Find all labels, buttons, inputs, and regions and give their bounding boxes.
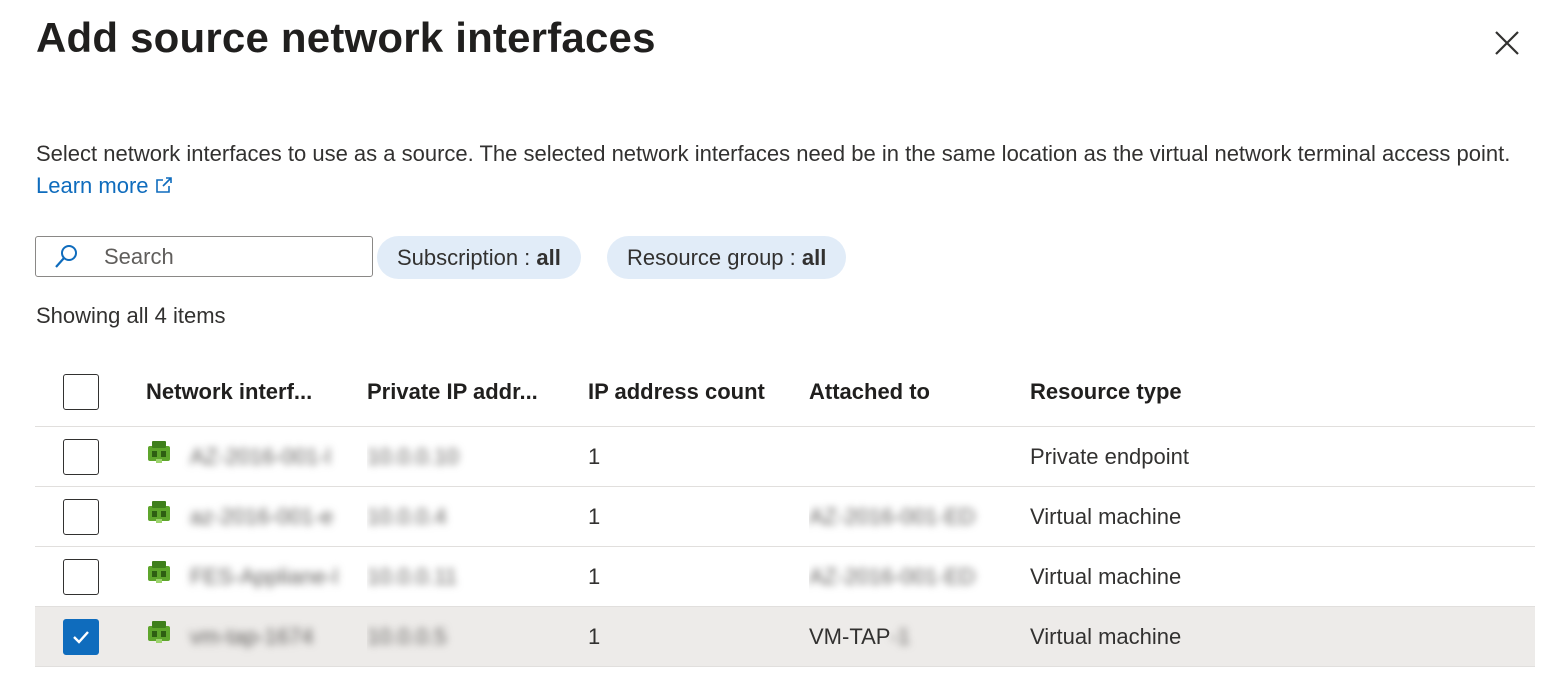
cell-network-interface[interactable]: FES-Appliane-l [146, 547, 361, 606]
cell-resource-type: Virtual machine [1030, 563, 1182, 589]
private-ip-value: 10.0.0.11 [367, 563, 458, 589]
row-checkbox[interactable] [63, 618, 99, 655]
search-input[interactable] [102, 242, 356, 271]
cell-private-ip: 10.0.0.10 [367, 427, 582, 486]
filter-label: Resource group : [627, 244, 802, 270]
network-interface-icon [146, 499, 172, 525]
network-interfaces-table: Network interf... Private IP addr... IP … [35, 358, 1535, 667]
item-count: Showing all 4 items [36, 303, 226, 328]
external-link-icon [155, 177, 172, 193]
search-icon [52, 243, 80, 271]
cell-resource-type: Virtual machine [1030, 503, 1182, 529]
table-row[interactable]: vm-tap-1674 10.0.0.5 1 VM-TAP -1 Virtual mach… [35, 607, 1535, 667]
attached-to-redacted: AZ-2016-001-ED [809, 563, 976, 589]
cell-resource-type: Virtual machine [1030, 623, 1182, 649]
private-ip-value: 10.0.0.4 [367, 503, 447, 529]
close-button[interactable] [1488, 24, 1526, 62]
cell-private-ip: 10.0.0.4 [367, 487, 582, 546]
private-ip-value: 10.0.0.5 [367, 623, 447, 649]
network-interface-icon [146, 559, 172, 585]
network-interface-name: vm-tap-1674 [190, 623, 314, 649]
attached-to-redacted: -1 [890, 623, 911, 649]
table-header-row: Network interf... Private IP addr... IP … [35, 358, 1535, 427]
close-icon [1495, 31, 1519, 55]
description-text: Select network interfaces to use as a so… [36, 141, 1511, 166]
cell-resource-type: Private endpoint [1030, 443, 1189, 469]
panel-title: Add source network interfaces [36, 14, 656, 61]
network-interface-icon [146, 619, 172, 645]
cell-ip-count: 1 [588, 443, 601, 469]
cell-ip-count: 1 [588, 623, 601, 649]
panel-description: Select network interfaces to use as a so… [36, 138, 1516, 202]
row-checkbox[interactable] [63, 438, 99, 475]
cell-network-interface[interactable]: vm-tap-1674 [146, 607, 361, 666]
cell-ip-count: 1 [588, 503, 601, 529]
network-interface-name: az-2016-001-e [190, 503, 334, 529]
attached-to-value: VM-TAP [809, 623, 891, 649]
subscription-filter[interactable]: Subscription : all [377, 236, 581, 279]
search-box[interactable] [35, 236, 373, 277]
row-checkbox[interactable] [63, 498, 99, 535]
filter-value: all [801, 244, 827, 270]
resource-group-filter[interactable]: Resource group : all [607, 236, 847, 279]
filter-label: Subscription : [397, 244, 537, 270]
column-header-ip-count[interactable]: IP address count [588, 358, 803, 426]
cell-network-interface[interactable]: AZ-2016-001-l [146, 427, 361, 486]
learn-more-link[interactable]: Learn more [36, 173, 173, 198]
row-checkbox[interactable] [63, 558, 99, 595]
network-interface-name: FES-Appliane-l [190, 563, 338, 589]
cell-attached-to: AZ-2016-001-ED [809, 547, 1024, 606]
table-row[interactable]: az-2016-001-e 10.0.0.4 1 AZ-2016-001-ED Virt… [35, 487, 1535, 547]
cell-private-ip: 10.0.0.5 [367, 607, 582, 666]
network-interface-name: AZ-2016-001-l [190, 443, 331, 469]
cell-attached-to: AZ-2016-001-ED [809, 487, 1024, 546]
column-header-private-ip[interactable]: Private IP addr... [367, 358, 582, 426]
cell-network-interface[interactable]: az-2016-001-e [146, 487, 361, 546]
cell-private-ip: 10.0.0.11 [367, 547, 582, 606]
column-header-attached-to[interactable]: Attached to [809, 358, 1024, 426]
cell-ip-count: 1 [588, 563, 601, 589]
private-ip-value: 10.0.0.10 [367, 443, 459, 469]
checkmark-icon [73, 630, 89, 644]
cell-attached-to [809, 427, 1024, 486]
table-row[interactable]: AZ-2016-001-l 10.0.0.10 1 Private endpoint [35, 427, 1535, 487]
table-row[interactable]: FES-Appliane-l 10.0.0.11 1 AZ-2016-001-ED Vi… [35, 547, 1535, 607]
column-header-resource-type[interactable]: Resource type [1030, 358, 1330, 426]
network-interface-icon [146, 439, 172, 465]
cell-attached-to: VM-TAP -1 [809, 607, 1024, 666]
filter-value: all [536, 244, 561, 270]
column-header-network-interface[interactable]: Network interf... [146, 358, 361, 426]
select-all-checkbox[interactable] [63, 374, 99, 410]
attached-to-redacted: AZ-2016-001-ED [809, 503, 976, 529]
